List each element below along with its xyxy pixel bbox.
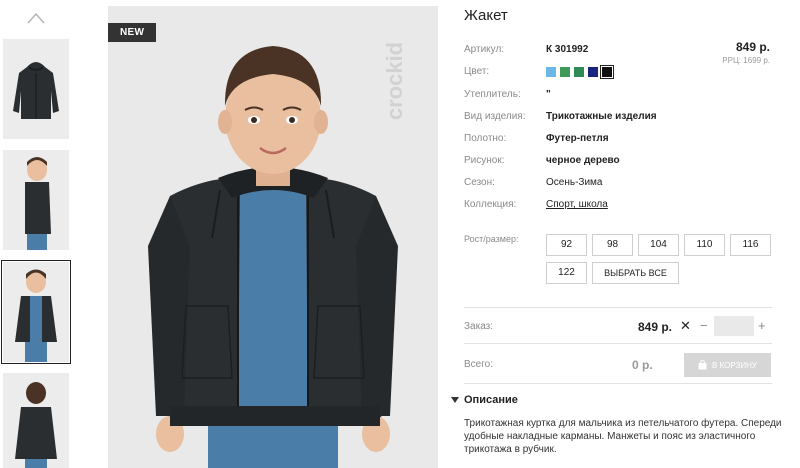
add-to-cart-label: В КОРЗИНУ [712,360,757,370]
select-all-sizes-button[interactable]: ВЫБРАТЬ ВСЕ [592,262,679,284]
attribute-value: черное дерево [546,155,620,166]
size-option-110[interactable]: 110 [684,234,725,256]
divider [464,343,772,344]
size-option-92[interactable]: 92 [546,234,587,256]
attribute-insulation: Утеплитель: " [464,89,776,105]
size-option-122[interactable]: 122 [546,262,587,284]
collection-link[interactable]: Спорт, школа [546,199,608,210]
quantity-input[interactable] [714,316,754,336]
decrease-quantity-button[interactable]: − [700,318,708,333]
attribute-pattern: Рисунок: черное дерево [464,155,776,171]
brand-watermark: crockid [382,20,424,140]
description-heading[interactable]: Описание [464,394,518,406]
sizes-label: Рост/размер: [464,234,519,244]
description-text: Трикотажная куртка для мальчика из петел… [464,418,782,455]
attribute-value: Трикотажные изделия [546,111,657,122]
attribute-value: " [546,89,551,100]
product-title: Жакет [464,7,508,24]
attribute-label: Рисунок: [464,155,505,166]
thumbnail-jacket-flat[interactable] [3,39,69,139]
chevron-up-icon[interactable] [26,10,46,26]
thumbnail-side-view[interactable] [3,150,69,250]
attribute-color: Цвет: [464,66,776,82]
back-view-image [15,382,57,468]
thumbnail-front-view[interactable] [1,260,71,364]
attribute-value: Футер-петля [546,133,609,144]
attribute-label: Сезон: [464,177,495,188]
thumbnail-column [0,0,72,468]
side-view-image [25,157,51,250]
bag-icon [698,360,707,370]
order-label: Заказ: [464,321,494,332]
triangle-down-icon[interactable] [451,396,459,404]
attribute-value: Осень-Зима [546,177,603,188]
multiply-icon: ✕ [680,318,691,333]
attribute-label: Артикул: [464,44,505,55]
color-swatch-black[interactable] [600,65,614,79]
attribute-label: Коллекция: [464,199,517,210]
color-swatch-navy[interactable] [588,67,598,77]
attribute-label: Утеплитель: [464,89,521,100]
color-swatch-dark-green[interactable] [574,67,584,77]
attribute-label: Полотно: [464,133,507,144]
divider [464,307,772,308]
front-view-image [15,269,57,362]
attribute-collection: Коллекция: Спорт, школа [464,199,776,215]
size-option-104[interactable]: 104 [638,234,679,256]
main-product-photo[interactable]: NEW crockid [108,6,438,468]
size-option-98[interactable]: 98 [592,234,633,256]
attribute-label: Цвет: [464,66,490,77]
jacket-flat-image [13,62,59,119]
brand-watermark-text: crockid [382,41,408,121]
product-info-panel: Жакет 849 р. РРЦ: 1699 р. Артикул: К 301… [451,0,782,468]
size-option-116[interactable]: 116 [730,234,771,256]
total-label: Всего: [464,359,493,370]
increase-quantity-button[interactable]: + [758,318,766,333]
new-badge: NEW [108,23,157,42]
thumbnail-back-view[interactable] [3,373,69,468]
attribute-product-type: Вид изделия: Трикотажные изделия [464,111,776,127]
color-swatch-green[interactable] [560,67,570,77]
divider [464,383,772,384]
attribute-label: Вид изделия: [464,111,526,122]
total-value: 0 р. [632,358,653,372]
attribute-fabric: Полотно: Футер-петля [464,133,776,149]
order-price: 849 р. [638,320,673,334]
color-swatch-light-blue[interactable] [546,67,556,77]
attribute-article: Артикул: К 301992 [464,44,776,60]
add-to-cart-button[interactable]: В КОРЗИНУ [684,353,771,377]
attribute-season: Сезон: Осень-Зима [464,177,776,193]
attribute-value: К 301992 [546,44,589,55]
